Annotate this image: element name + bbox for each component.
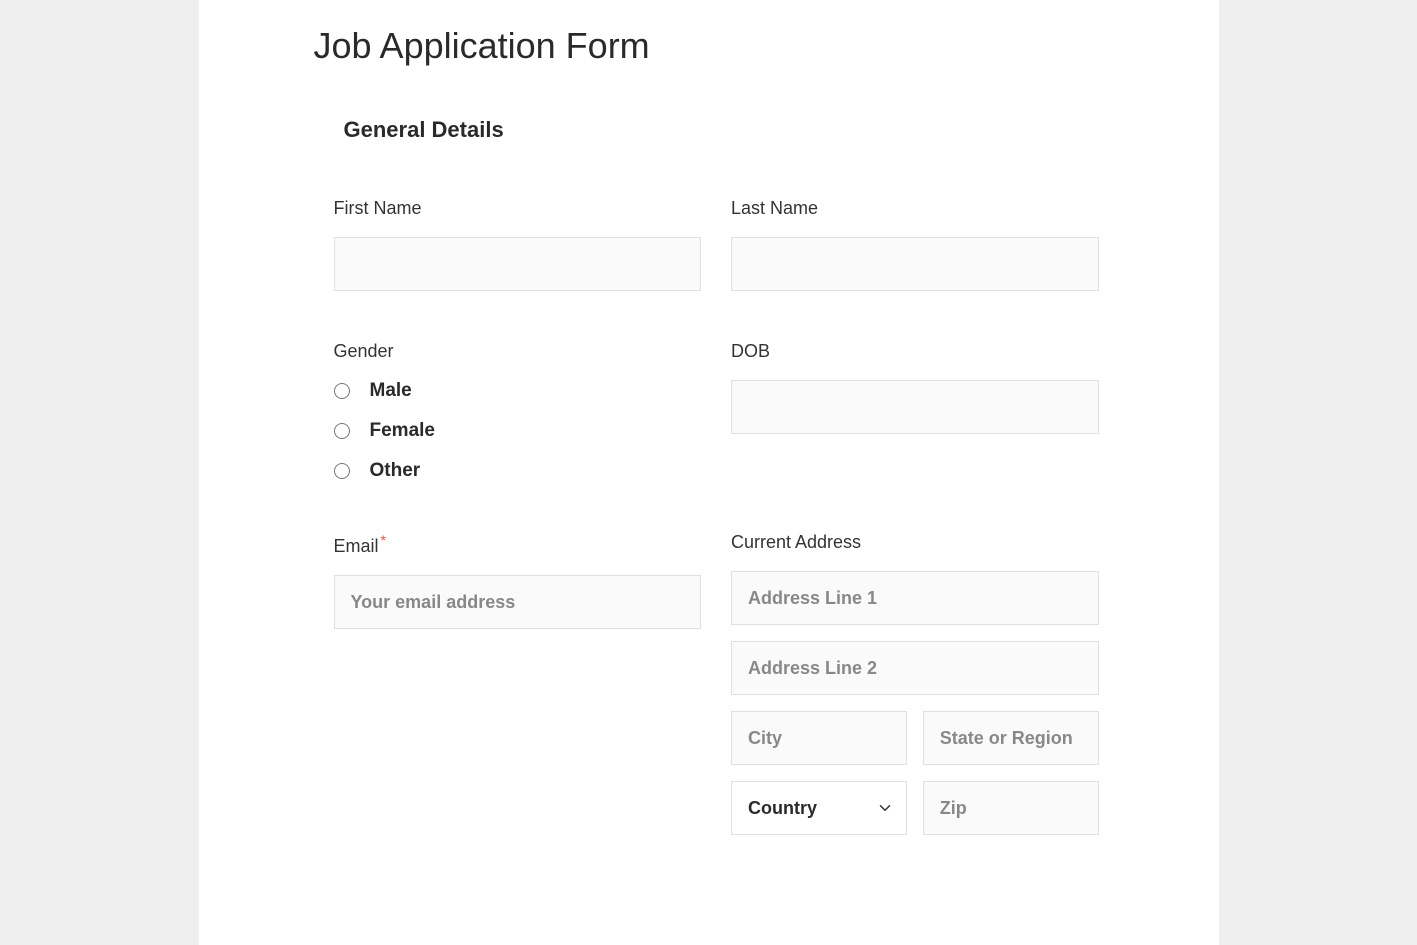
section-title: General Details — [344, 117, 1099, 143]
email-label: Email* — [334, 532, 702, 557]
country-zip-row: Country — [731, 781, 1099, 835]
first-name-column: First Name — [334, 198, 702, 291]
gender-other-item: Other — [334, 460, 702, 482]
address-label: Current Address — [731, 532, 1099, 553]
dob-label: DOB — [731, 341, 1099, 362]
form-title: Job Application Form — [314, 25, 1099, 67]
gender-female-label[interactable]: Female — [370, 420, 435, 442]
last-name-input[interactable] — [731, 237, 1099, 291]
city-state-row — [731, 711, 1099, 765]
address-column: Current Address Country — [731, 532, 1099, 835]
gender-female-radio[interactable] — [334, 423, 350, 439]
gender-other-label[interactable]: Other — [370, 460, 421, 482]
form-container: Job Application Form General Details Fir… — [199, 0, 1219, 945]
last-name-column: Last Name — [731, 198, 1099, 291]
last-name-label: Last Name — [731, 198, 1099, 219]
dob-input[interactable] — [731, 380, 1099, 434]
email-address-row: Email* Current Address Country — [319, 532, 1099, 835]
gender-male-item: Male — [334, 380, 702, 402]
address-group: Country — [731, 571, 1099, 835]
address-line1-input[interactable] — [731, 571, 1099, 625]
gender-male-radio[interactable] — [334, 383, 350, 399]
city-input[interactable] — [731, 711, 907, 765]
gender-radio-group: Male Female Other — [334, 380, 702, 482]
country-select[interactable]: Country — [731, 781, 907, 835]
email-column: Email* — [334, 532, 702, 835]
gender-female-item: Female — [334, 420, 702, 442]
gender-label: Gender — [334, 341, 702, 362]
dob-column: DOB — [731, 341, 1099, 482]
gender-column: Gender Male Female Other — [334, 341, 702, 482]
address-line2-input[interactable] — [731, 641, 1099, 695]
gender-male-label[interactable]: Male — [370, 380, 412, 402]
first-name-input[interactable] — [334, 237, 702, 291]
page-wrapper: Job Application Form General Details Fir… — [0, 0, 1417, 945]
gender-other-radio[interactable] — [334, 463, 350, 479]
required-indicator: * — [381, 532, 386, 548]
first-name-label: First Name — [334, 198, 702, 219]
gender-dob-row: Gender Male Female Other — [319, 341, 1099, 482]
state-input[interactable] — [923, 711, 1099, 765]
zip-input[interactable] — [923, 781, 1099, 835]
email-label-text: Email — [334, 536, 379, 556]
email-input[interactable] — [334, 575, 702, 629]
name-row: First Name Last Name — [319, 198, 1099, 291]
